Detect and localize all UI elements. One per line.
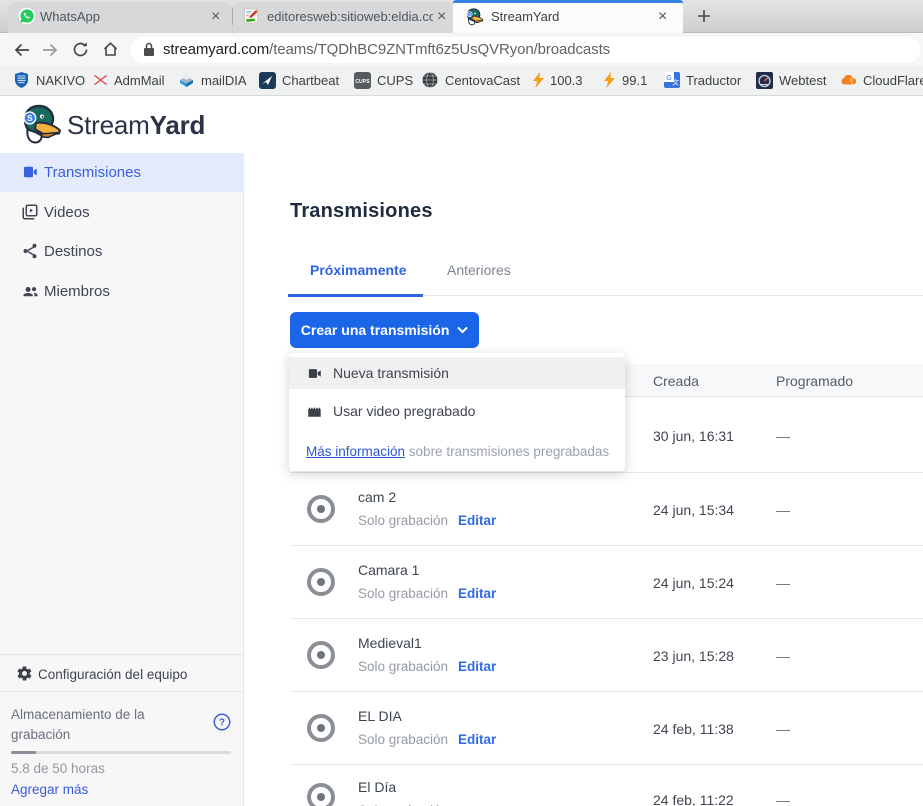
svg-text:CUPS: CUPS: [355, 79, 370, 85]
svg-text:文: 文: [672, 78, 679, 87]
svg-text:G: G: [666, 75, 671, 82]
svg-text:S: S: [27, 113, 33, 123]
svg-text:?: ?: [219, 718, 225, 729]
